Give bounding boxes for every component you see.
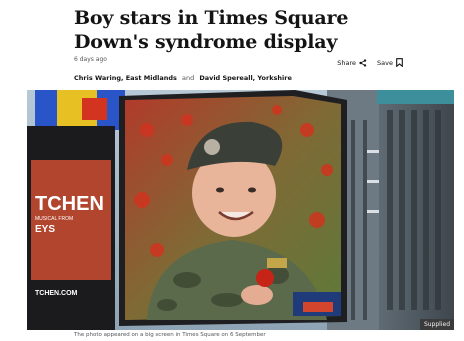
billboard-text-3: EYS: [35, 224, 55, 235]
article-headline: Boy stars in Times Square Down's syndrom…: [74, 7, 349, 53]
billboard-url: TCHEN.COM: [35, 290, 78, 297]
author-name-2: David Spereall, Yorkshire: [199, 74, 292, 82]
times-square-photo: TCHEN MUSICAL FROM EYS TCHEN.COM: [27, 90, 454, 330]
share-icon: [359, 58, 367, 67]
author-separator: and: [182, 74, 195, 82]
image-caption: The photo appeared on a big screen in Ti…: [74, 332, 266, 338]
author-name-1: Chris Waring, East Midlands: [74, 74, 177, 82]
image-credit: Supplied: [419, 319, 454, 330]
article-bylines: Chris Waring, East Midlands and David Sp…: [74, 74, 292, 82]
billboard-text-1: TCHEN: [35, 193, 104, 215]
save-button[interactable]: Save: [377, 58, 403, 67]
save-label: Save: [377, 58, 393, 67]
billboard-text-2: MUSICAL FROM: [35, 216, 73, 222]
hero-image: TCHEN MUSICAL FROM EYS TCHEN.COM Supplie…: [27, 90, 454, 330]
share-label: Share: [337, 58, 357, 67]
bookmark-icon: [396, 58, 403, 67]
share-button[interactable]: Share: [337, 59, 367, 67]
article-timestamp: 6 days ago: [74, 56, 107, 63]
article-actions: Share Save: [337, 58, 403, 67]
